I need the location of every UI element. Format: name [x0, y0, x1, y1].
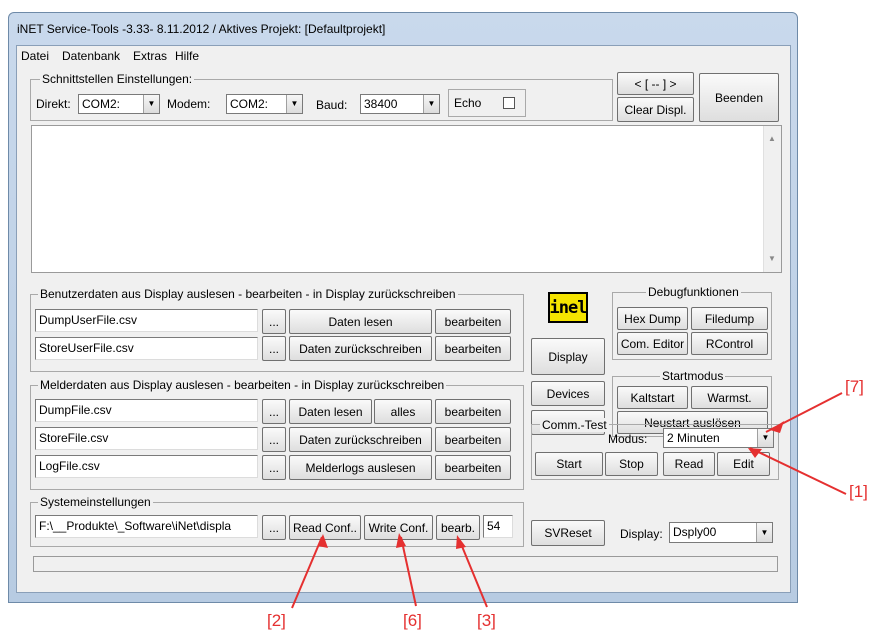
annotation-3: [3]	[477, 611, 496, 630]
callout-line-2	[291, 536, 323, 609]
annotation-2: [2]	[267, 611, 286, 630]
annotation-6: [6]	[403, 611, 422, 630]
annotation-lines	[291, 392, 847, 609]
arrowhead-3	[456, 535, 466, 549]
annotation-1: [1]	[849, 482, 868, 501]
callout-line-3	[458, 538, 488, 608]
arrowhead-6	[396, 533, 406, 548]
annotation-7: [7]	[845, 377, 864, 396]
callout-line-1	[749, 447, 847, 495]
arrowhead-7	[770, 421, 784, 433]
callout-line-6	[400, 536, 417, 607]
